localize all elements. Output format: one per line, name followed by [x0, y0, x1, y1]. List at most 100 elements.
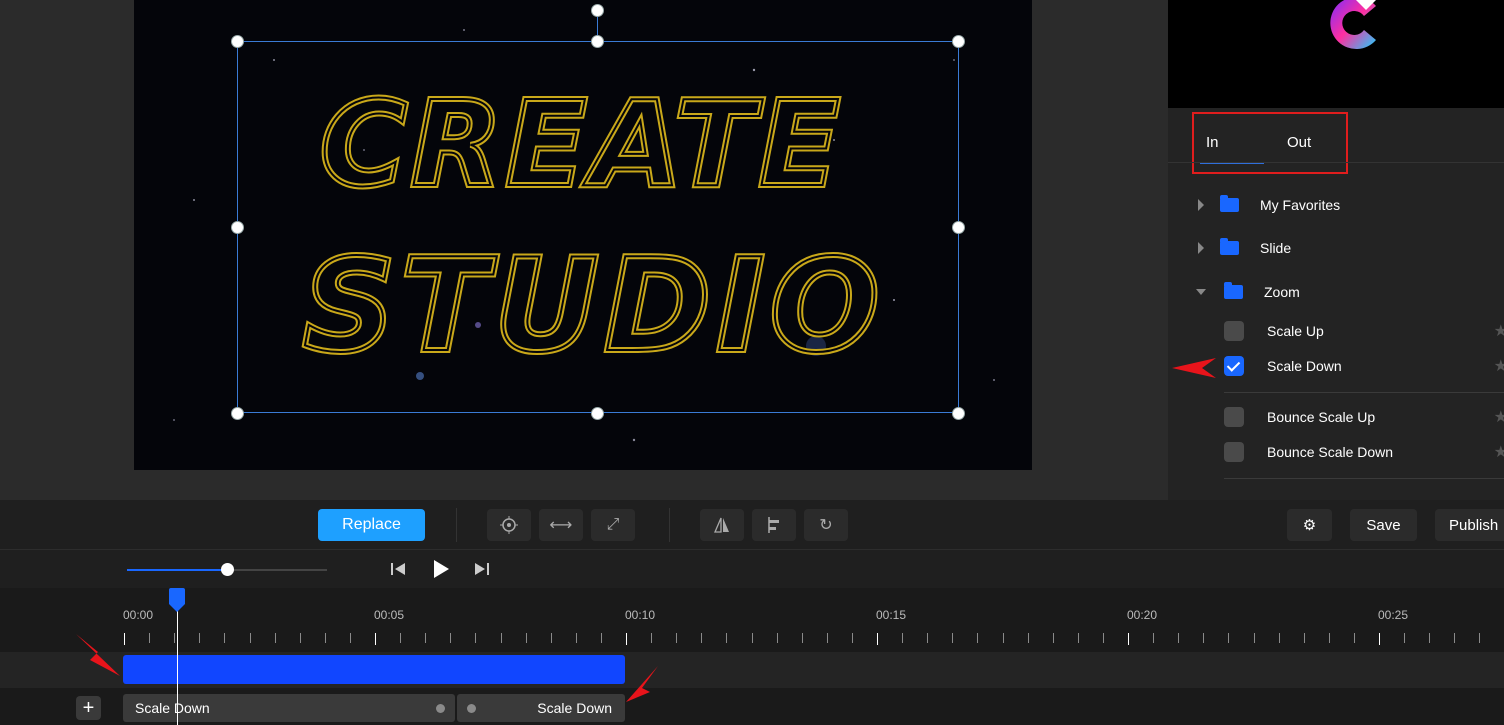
anim-item-bounce-scale-up[interactable]: Bounce Scale Up ★ [1224, 400, 1504, 434]
ruler-tick [1479, 633, 1480, 643]
resize-handle-bottom-right[interactable] [952, 407, 965, 420]
folder-slide[interactable]: Slide [1198, 236, 1291, 260]
ruler-tick [400, 633, 401, 643]
position-button[interactable] [487, 509, 531, 541]
ruler-tick [1404, 633, 1405, 643]
ruler-tick [1429, 633, 1430, 643]
add-track-button[interactable]: + [76, 696, 101, 720]
ruler-tick [501, 633, 502, 643]
annotation-arrow-icon [626, 666, 658, 702]
anim-checkbox[interactable] [1224, 407, 1244, 427]
timeline[interactable]: 00:00 00:05 00:10 00:15 00:20 00:25 + Sc… [0, 588, 1504, 725]
playhead-line [177, 600, 178, 725]
ruler-tick [1178, 633, 1179, 643]
align-button[interactable] [752, 509, 796, 541]
resize-handle-left[interactable] [231, 221, 244, 234]
rotate-icon: ↻ [819, 517, 833, 534]
anim-checkbox[interactable] [1224, 321, 1244, 341]
selection-box[interactable] [237, 41, 959, 413]
ruler-tick [475, 633, 476, 643]
folder-zoom[interactable]: Zoom [1196, 280, 1300, 304]
ruler-tick [802, 633, 803, 643]
ruler-tick [902, 633, 903, 643]
ruler-tick [1254, 633, 1255, 643]
ruler-tick [852, 633, 853, 643]
ruler-tick [250, 633, 251, 643]
anim-out-label: Scale Down [537, 700, 612, 716]
anim-label: Bounce Scale Up [1267, 409, 1376, 425]
ruler-tick [174, 633, 175, 643]
caret-right-icon[interactable] [1198, 199, 1204, 211]
ruler-tick [1203, 633, 1204, 643]
favorite-star-icon[interactable]: ★ [1494, 356, 1504, 376]
row-separator [1224, 478, 1504, 479]
anim-item-scale-up[interactable]: Scale Up ★ [1224, 314, 1504, 348]
ruler-tick [450, 633, 451, 643]
save-button[interactable]: Save [1350, 509, 1417, 541]
timeline-clip[interactable] [123, 655, 625, 684]
ruler-label: 00:25 [1378, 608, 1409, 622]
anim-item-bounce-scale-down[interactable]: Bounce Scale Down ★ [1224, 435, 1504, 469]
scale-button[interactable]: ⤢ [591, 509, 635, 541]
caret-down-icon[interactable] [1196, 289, 1206, 295]
stretch-horizontal-button[interactable]: ⟷ [539, 509, 583, 541]
tab-out[interactable]: Out [1287, 134, 1311, 151]
ruler-tick [1103, 633, 1104, 643]
ruler-tick [551, 633, 552, 643]
resize-handle-top-left[interactable] [231, 35, 244, 48]
anim-item-scale-down[interactable]: Scale Down ★ [1224, 349, 1504, 383]
anim-out-handle[interactable] [467, 704, 476, 713]
anim-checkbox-checked[interactable] [1224, 356, 1244, 376]
gear-icon: ⚙ [1302, 517, 1317, 534]
caret-right-icon[interactable] [1198, 242, 1204, 254]
flip-button[interactable] [700, 509, 744, 541]
annotation-arrow-icon [76, 634, 120, 676]
ruler-tick [1078, 633, 1079, 643]
resize-handle-bottom-left[interactable] [231, 407, 244, 420]
resize-handle-top-right[interactable] [952, 35, 965, 48]
anim-out-clip[interactable]: Scale Down [457, 694, 625, 722]
settings-button[interactable]: ⚙ [1287, 509, 1332, 541]
skip-forward-icon[interactable] [474, 561, 490, 577]
anim-in-clip[interactable]: Scale Down [123, 694, 455, 722]
ruler-tick [1454, 633, 1455, 643]
anim-checkbox[interactable] [1224, 442, 1244, 462]
anim-in-handle[interactable] [436, 704, 445, 713]
rotate-button[interactable]: ↻ [804, 509, 848, 541]
playhead-handle[interactable] [167, 588, 187, 612]
folder-my-favorites[interactable]: My Favorites [1198, 193, 1340, 217]
target-icon [500, 516, 518, 534]
ruler-tick [576, 633, 577, 643]
ruler-tick [1153, 633, 1154, 643]
play-icon[interactable] [432, 559, 450, 579]
ruler-tick [752, 633, 753, 643]
ruler-tick [375, 633, 376, 645]
tab-in[interactable]: In [1206, 134, 1219, 151]
edit-toolbar: Replace ⟷ ⤢ ↻ ⚙ Save Publish [0, 500, 1504, 550]
resize-handle-top[interactable] [591, 35, 604, 48]
zoom-slider-knob[interactable] [221, 563, 234, 576]
skip-back-icon[interactable] [390, 561, 406, 577]
favorite-star-icon[interactable]: ★ [1494, 321, 1504, 341]
ruler-tick [350, 633, 351, 643]
ruler-tick [977, 633, 978, 643]
ruler-tick [1128, 633, 1129, 645]
resize-handle-right[interactable] [952, 221, 965, 234]
replace-button[interactable]: Replace [318, 509, 425, 541]
ruler-label: 00:20 [1127, 608, 1158, 622]
rotate-handle[interactable] [591, 4, 604, 17]
zoom-slider[interactable] [127, 563, 327, 576]
publish-button[interactable]: Publish [1435, 509, 1504, 541]
toolbar-divider [669, 508, 670, 542]
ruler-label: 00:15 [876, 608, 907, 622]
folder-icon [1224, 282, 1243, 299]
resize-handle-bottom[interactable] [591, 407, 604, 420]
stage-area: CREATE CREATE STUDIO STUDIO [0, 0, 1168, 500]
ruler-tick [1354, 633, 1355, 643]
animation-panel: In Out My Favorites Slide Zoom Scale Up … [1168, 0, 1504, 500]
favorite-star-icon[interactable]: ★ [1494, 442, 1504, 462]
favorite-star-icon[interactable]: ★ [1494, 407, 1504, 427]
row-separator [1224, 392, 1504, 393]
ruler-tick [224, 633, 225, 643]
folder-label: Slide [1260, 240, 1292, 256]
